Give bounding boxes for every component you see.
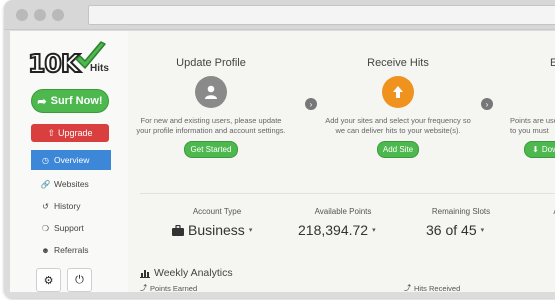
get-started-button[interactable]: Get Started (184, 141, 238, 158)
sidebar-item-label: Websites (54, 179, 89, 189)
users-icon: ☻ (41, 245, 50, 255)
power-icon: ⏻ (75, 273, 84, 286)
browser-window: 10K Hits ➦ Surf Now! ⇧ Upgrade ◷ Overvie… (4, 0, 555, 298)
user-icon (195, 76, 227, 108)
step-description: Points are used to you must (510, 116, 555, 135)
browser-chrome (4, 0, 555, 30)
sidebar-item-label: History (54, 201, 81, 211)
settings-button[interactable]: ⚙ (36, 268, 61, 292)
sidebar-item-label: Overview (54, 155, 90, 165)
stat-value: 218,394.72 (298, 222, 369, 238)
legend-label: Hits Received (414, 283, 461, 293)
window-close-dot[interactable] (16, 9, 28, 21)
download-label: Dow (541, 145, 555, 154)
share-arrow-icon: ➦ (37, 95, 47, 108)
stat-remaining-slots: Remaining Slots 36 of 45 ▾ (426, 207, 496, 238)
step-receive-hits: Receive Hits Add your sites and select y… (323, 57, 473, 158)
weekly-analytics-heading: Weekly Analytics (140, 267, 233, 279)
brand-logo[interactable]: 10K Hits (27, 41, 118, 81)
bar-chart-icon (140, 269, 150, 278)
get-started-label: Get Started (190, 145, 232, 154)
briefcase-icon (172, 224, 184, 236)
stat-label: Remaining Slots (431, 207, 491, 216)
sidebar-item-label: Referrals (54, 245, 89, 255)
upgrade-label: Upgrade (58, 128, 93, 138)
add-site-label: Add Site (382, 145, 414, 154)
main-panel: Update Profile For new and existing user… (128, 31, 555, 293)
step-title: Receive Hits (367, 57, 429, 69)
history-icon: ↺ (42, 201, 49, 211)
stat-label: Account Type (192, 207, 242, 216)
download-icon: ⬇ (532, 145, 539, 154)
sidebar-item-support[interactable]: ❍ Support (31, 217, 111, 239)
step-earn-points: Ea Points are used to you must ⬇ Dow (510, 57, 555, 158)
app-content: 10K Hits ➦ Surf Now! ⇧ Upgrade ◷ Overvie… (10, 31, 555, 293)
legend-points-earned: ⤴ Points Earned (140, 283, 197, 293)
window-maximize-dot[interactable] (52, 9, 64, 21)
step-title: Update Profile (176, 57, 246, 69)
gear-icon: ⚙ (43, 274, 54, 287)
address-bar[interactable] (88, 5, 555, 25)
account-type-dropdown[interactable]: Business ▾ (172, 222, 262, 238)
upgrade-button[interactable]: ⇧ Upgrade (31, 124, 109, 142)
add-site-button[interactable]: Add Site (377, 141, 419, 158)
remaining-slots-dropdown[interactable]: 36 of 45 ▾ (426, 222, 496, 238)
stat-label: A (546, 207, 555, 216)
section-divider (140, 193, 555, 194)
available-points-dropdown[interactable]: 218,394.72 ▾ (298, 222, 388, 238)
stat-value: 36 of 45 (426, 222, 477, 238)
caret-down-icon: ▾ (372, 227, 376, 234)
lifebuoy-icon: ❍ (41, 223, 50, 233)
link-icon: 🔗 (40, 179, 51, 189)
stat-label: Available Points (314, 207, 372, 216)
pin-icon: ⤴ (140, 285, 147, 292)
sidebar-item-overview[interactable]: ◷ Overview (31, 150, 111, 170)
logo-suffix: Hits (90, 63, 109, 74)
stat-account-type: Account Type Business ▾ (172, 207, 262, 238)
stat-available-points: Available Points 218,394.72 ▾ (298, 207, 388, 238)
sidebar-item-label: Support (54, 223, 84, 233)
surf-now-button[interactable]: ➦ Surf Now! (31, 89, 109, 113)
dashboard-icon: ◷ (42, 155, 49, 165)
sidebar-item-referrals[interactable]: ☻ Referrals (31, 239, 111, 261)
sidebar-item-history[interactable]: ↺ History (31, 195, 111, 217)
stat-cutoff: A (546, 207, 555, 222)
chevron-right-icon: › (305, 98, 317, 110)
upload-icon (382, 76, 414, 108)
step-update-profile: Update Profile For new and existing user… (136, 57, 286, 158)
sidebar: 10K Hits ➦ Surf Now! ⇧ Upgrade ◷ Overvie… (10, 31, 128, 292)
section-title: Weekly Analytics (154, 267, 233, 279)
legend-hits-received: ⤴ Hits Received (404, 283, 460, 293)
stat-value: Business (188, 222, 245, 238)
legend-label: Points Earned (150, 283, 198, 293)
upload-arrow-icon: ⇧ (47, 127, 55, 138)
window-minimize-dot[interactable] (34, 9, 46, 21)
surf-now-label: Surf Now! (50, 95, 103, 107)
sidebar-item-websites[interactable]: 🔗 Websites (31, 173, 111, 195)
download-button[interactable]: ⬇ Dow (524, 141, 555, 158)
caret-down-icon: ▾ (248, 227, 253, 234)
sidebar-nav: ◷ Overview 🔗 Websites ↺ History ❍ Suppor… (31, 150, 111, 261)
pin-icon: ⤴ (404, 285, 411, 292)
logout-button[interactable]: ⏻ (67, 268, 92, 292)
step-description: Add your sites and select your frequency… (325, 116, 471, 135)
step-description: For new and existing users, please updat… (136, 116, 286, 135)
caret-down-icon: ▾ (480, 227, 485, 234)
step-title: Ea (550, 57, 555, 69)
chevron-right-icon: › (481, 98, 493, 110)
